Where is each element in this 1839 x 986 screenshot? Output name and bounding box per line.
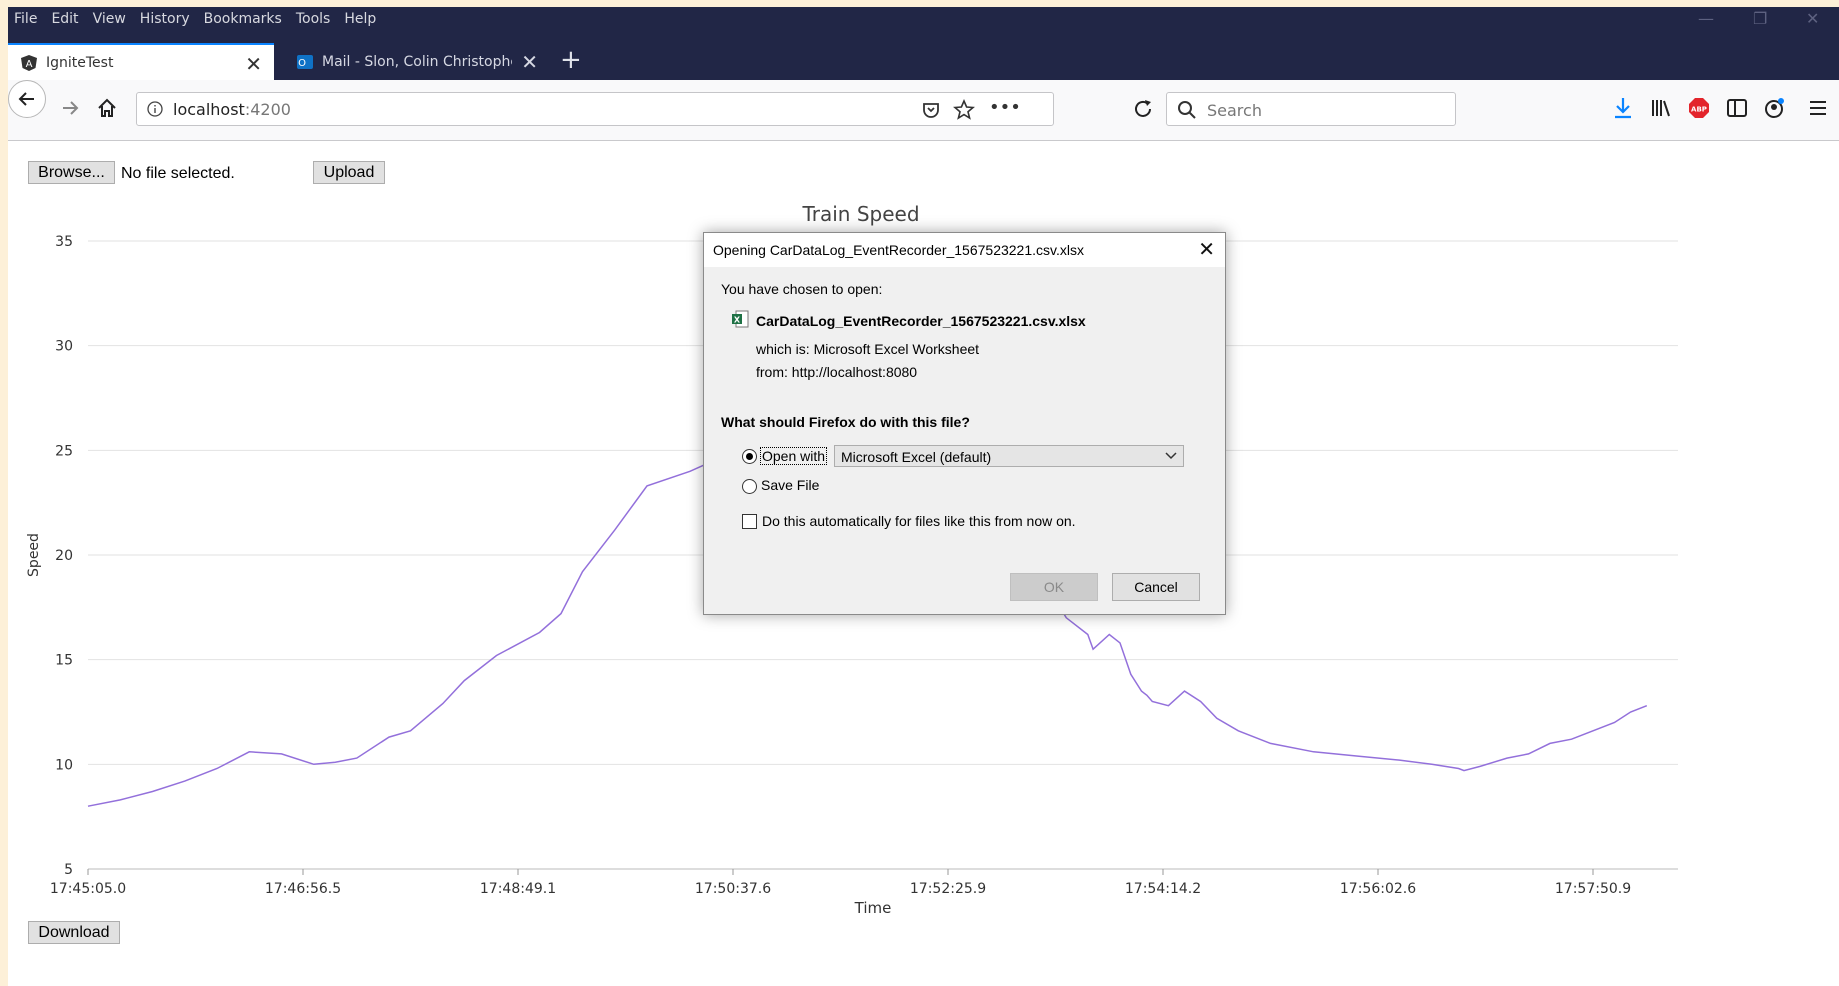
menu-bookmarks[interactable]: Bookmarks xyxy=(204,11,282,27)
adblock-icon[interactable]: ABP xyxy=(1688,97,1710,119)
menu-view[interactable]: View xyxy=(93,11,126,27)
upload-button[interactable]: Upload xyxy=(313,161,385,184)
home-icon[interactable] xyxy=(96,97,118,119)
pocket-icon[interactable] xyxy=(921,100,941,120)
close-tab-icon[interactable]: ✕ xyxy=(245,52,262,76)
info-icon[interactable] xyxy=(147,101,163,117)
x-tick-label: 17:48:49.1 xyxy=(480,881,556,897)
close-icon[interactable]: ✕ xyxy=(1198,237,1215,262)
y-axis-label: Speed xyxy=(26,533,42,577)
sidebar-icon[interactable] xyxy=(1726,97,1748,119)
menu-help[interactable]: Help xyxy=(344,11,376,27)
title-bar: File Edit View History Bookmarks Tools H… xyxy=(8,7,1839,80)
restore-icon[interactable]: ❐ xyxy=(1753,9,1767,28)
outlook-icon: O xyxy=(297,54,313,69)
y-tick-label: 25 xyxy=(55,443,73,459)
page-actions-icon[interactable]: ••• xyxy=(989,97,1021,118)
close-tab-icon[interactable]: ✕ xyxy=(521,50,538,74)
file-open-dialog: Opening CarDataLog_EventRecorder_1567523… xyxy=(703,232,1226,615)
back-arrow-icon xyxy=(18,92,34,106)
x-tick-label: 17:45:05.0 xyxy=(50,881,126,897)
application-select[interactable]: Microsoft Excel (default) xyxy=(834,445,1184,467)
search-input[interactable]: Search xyxy=(1207,101,1262,120)
browser-window: File Edit View History Bookmarks Tools H… xyxy=(8,7,1839,986)
x-tick-label: 17:46:56.5 xyxy=(265,881,341,897)
open-with-label[interactable]: Open with xyxy=(760,447,828,465)
menu-edit[interactable]: Edit xyxy=(51,11,78,27)
account-icon[interactable] xyxy=(1764,97,1786,119)
hamburger-menu-icon[interactable] xyxy=(1808,99,1828,117)
y-tick-label: 20 xyxy=(55,548,73,564)
ok-button[interactable]: OK xyxy=(1010,573,1098,601)
x-axis-label: Time xyxy=(854,899,892,917)
menu-tools[interactable]: Tools xyxy=(296,11,331,27)
open-with-radio[interactable] xyxy=(742,449,757,464)
new-tab-icon[interactable]: + xyxy=(560,47,582,73)
svg-text:O: O xyxy=(298,58,306,69)
downloads-icon[interactable] xyxy=(1612,96,1634,120)
x-tick-label: 17:50:37.6 xyxy=(695,881,771,897)
url-bar[interactable]: localhost:4200 ••• xyxy=(136,92,1054,126)
excel-file-icon: X xyxy=(732,310,749,328)
application-select-value: Microsoft Excel (default) xyxy=(841,449,992,465)
minimize-icon[interactable]: — xyxy=(1698,9,1714,28)
auto-action-label[interactable]: Do this automatically for files like thi… xyxy=(762,513,1076,529)
file-status-text: No file selected. xyxy=(121,165,235,182)
chosen-label: You have chosen to open: xyxy=(721,281,883,297)
x-tick-label: 17:52:25.9 xyxy=(910,881,986,897)
tab-label: Mail - Slon, Colin Christopher - xyxy=(322,53,512,70)
bookmark-star-icon[interactable] xyxy=(953,99,975,121)
file-type-text: which is: Microsoft Excel Worksheet xyxy=(756,341,980,357)
y-tick-label: 5 xyxy=(64,862,73,878)
menu-bar: File Edit View History Bookmarks Tools H… xyxy=(14,7,390,31)
dialog-question: What should Firefox do with this file? xyxy=(721,414,970,430)
svg-text:A: A xyxy=(26,59,33,70)
svg-text:X: X xyxy=(734,316,741,325)
navigation-bar: localhost:4200 ••• Search ABP xyxy=(8,80,1839,141)
auto-action-checkbox[interactable] xyxy=(742,514,757,529)
back-button[interactable] xyxy=(8,80,46,118)
chart-title: Train Speed xyxy=(801,202,919,226)
tab-ignitetest[interactable]: A IgniteTest ✕ xyxy=(8,43,274,80)
cancel-button[interactable]: Cancel xyxy=(1112,573,1200,601)
url-text: localhost:4200 xyxy=(173,100,291,119)
tab-mail[interactable]: O Mail - Slon, Colin Christopher - ✕ xyxy=(286,43,550,80)
dialog-title: Opening CarDataLog_EventRecorder_1567523… xyxy=(713,242,1084,258)
file-source-text: from: http://localhost:8080 xyxy=(756,364,918,380)
menu-file[interactable]: File xyxy=(14,11,37,27)
x-tick-label: 17:57:50.9 xyxy=(1555,881,1631,897)
search-icon xyxy=(1178,101,1196,119)
x-tick-label: 17:54:14.2 xyxy=(1125,881,1201,897)
chevron-down-icon xyxy=(1165,452,1177,460)
tab-label: IgniteTest xyxy=(46,54,114,71)
y-tick-label: 30 xyxy=(55,339,73,355)
browse-button[interactable]: Browse... xyxy=(28,161,115,184)
dialog-filename: CarDataLog_EventRecorder_1567523221.csv.… xyxy=(756,313,1086,329)
y-tick-label: 15 xyxy=(55,653,73,669)
angular-icon: A xyxy=(21,54,37,71)
y-tick-label: 35 xyxy=(55,234,73,250)
download-button[interactable]: Download xyxy=(28,921,120,944)
y-tick-label: 10 xyxy=(55,757,73,773)
forward-arrow-icon[interactable] xyxy=(60,98,80,118)
reload-icon[interactable] xyxy=(1132,98,1154,120)
x-tick-label: 17:56:02.6 xyxy=(1340,881,1416,897)
dialog-title-bar: Opening CarDataLog_EventRecorder_1567523… xyxy=(704,233,1225,267)
search-bar[interactable]: Search xyxy=(1166,92,1456,126)
save-file-radio[interactable] xyxy=(742,479,757,494)
svg-text:ABP: ABP xyxy=(1691,106,1707,114)
close-window-icon[interactable]: ✕ xyxy=(1806,9,1819,28)
menu-history[interactable]: History xyxy=(140,11,190,27)
library-icon[interactable] xyxy=(1650,97,1672,119)
save-file-label[interactable]: Save File xyxy=(761,477,819,493)
